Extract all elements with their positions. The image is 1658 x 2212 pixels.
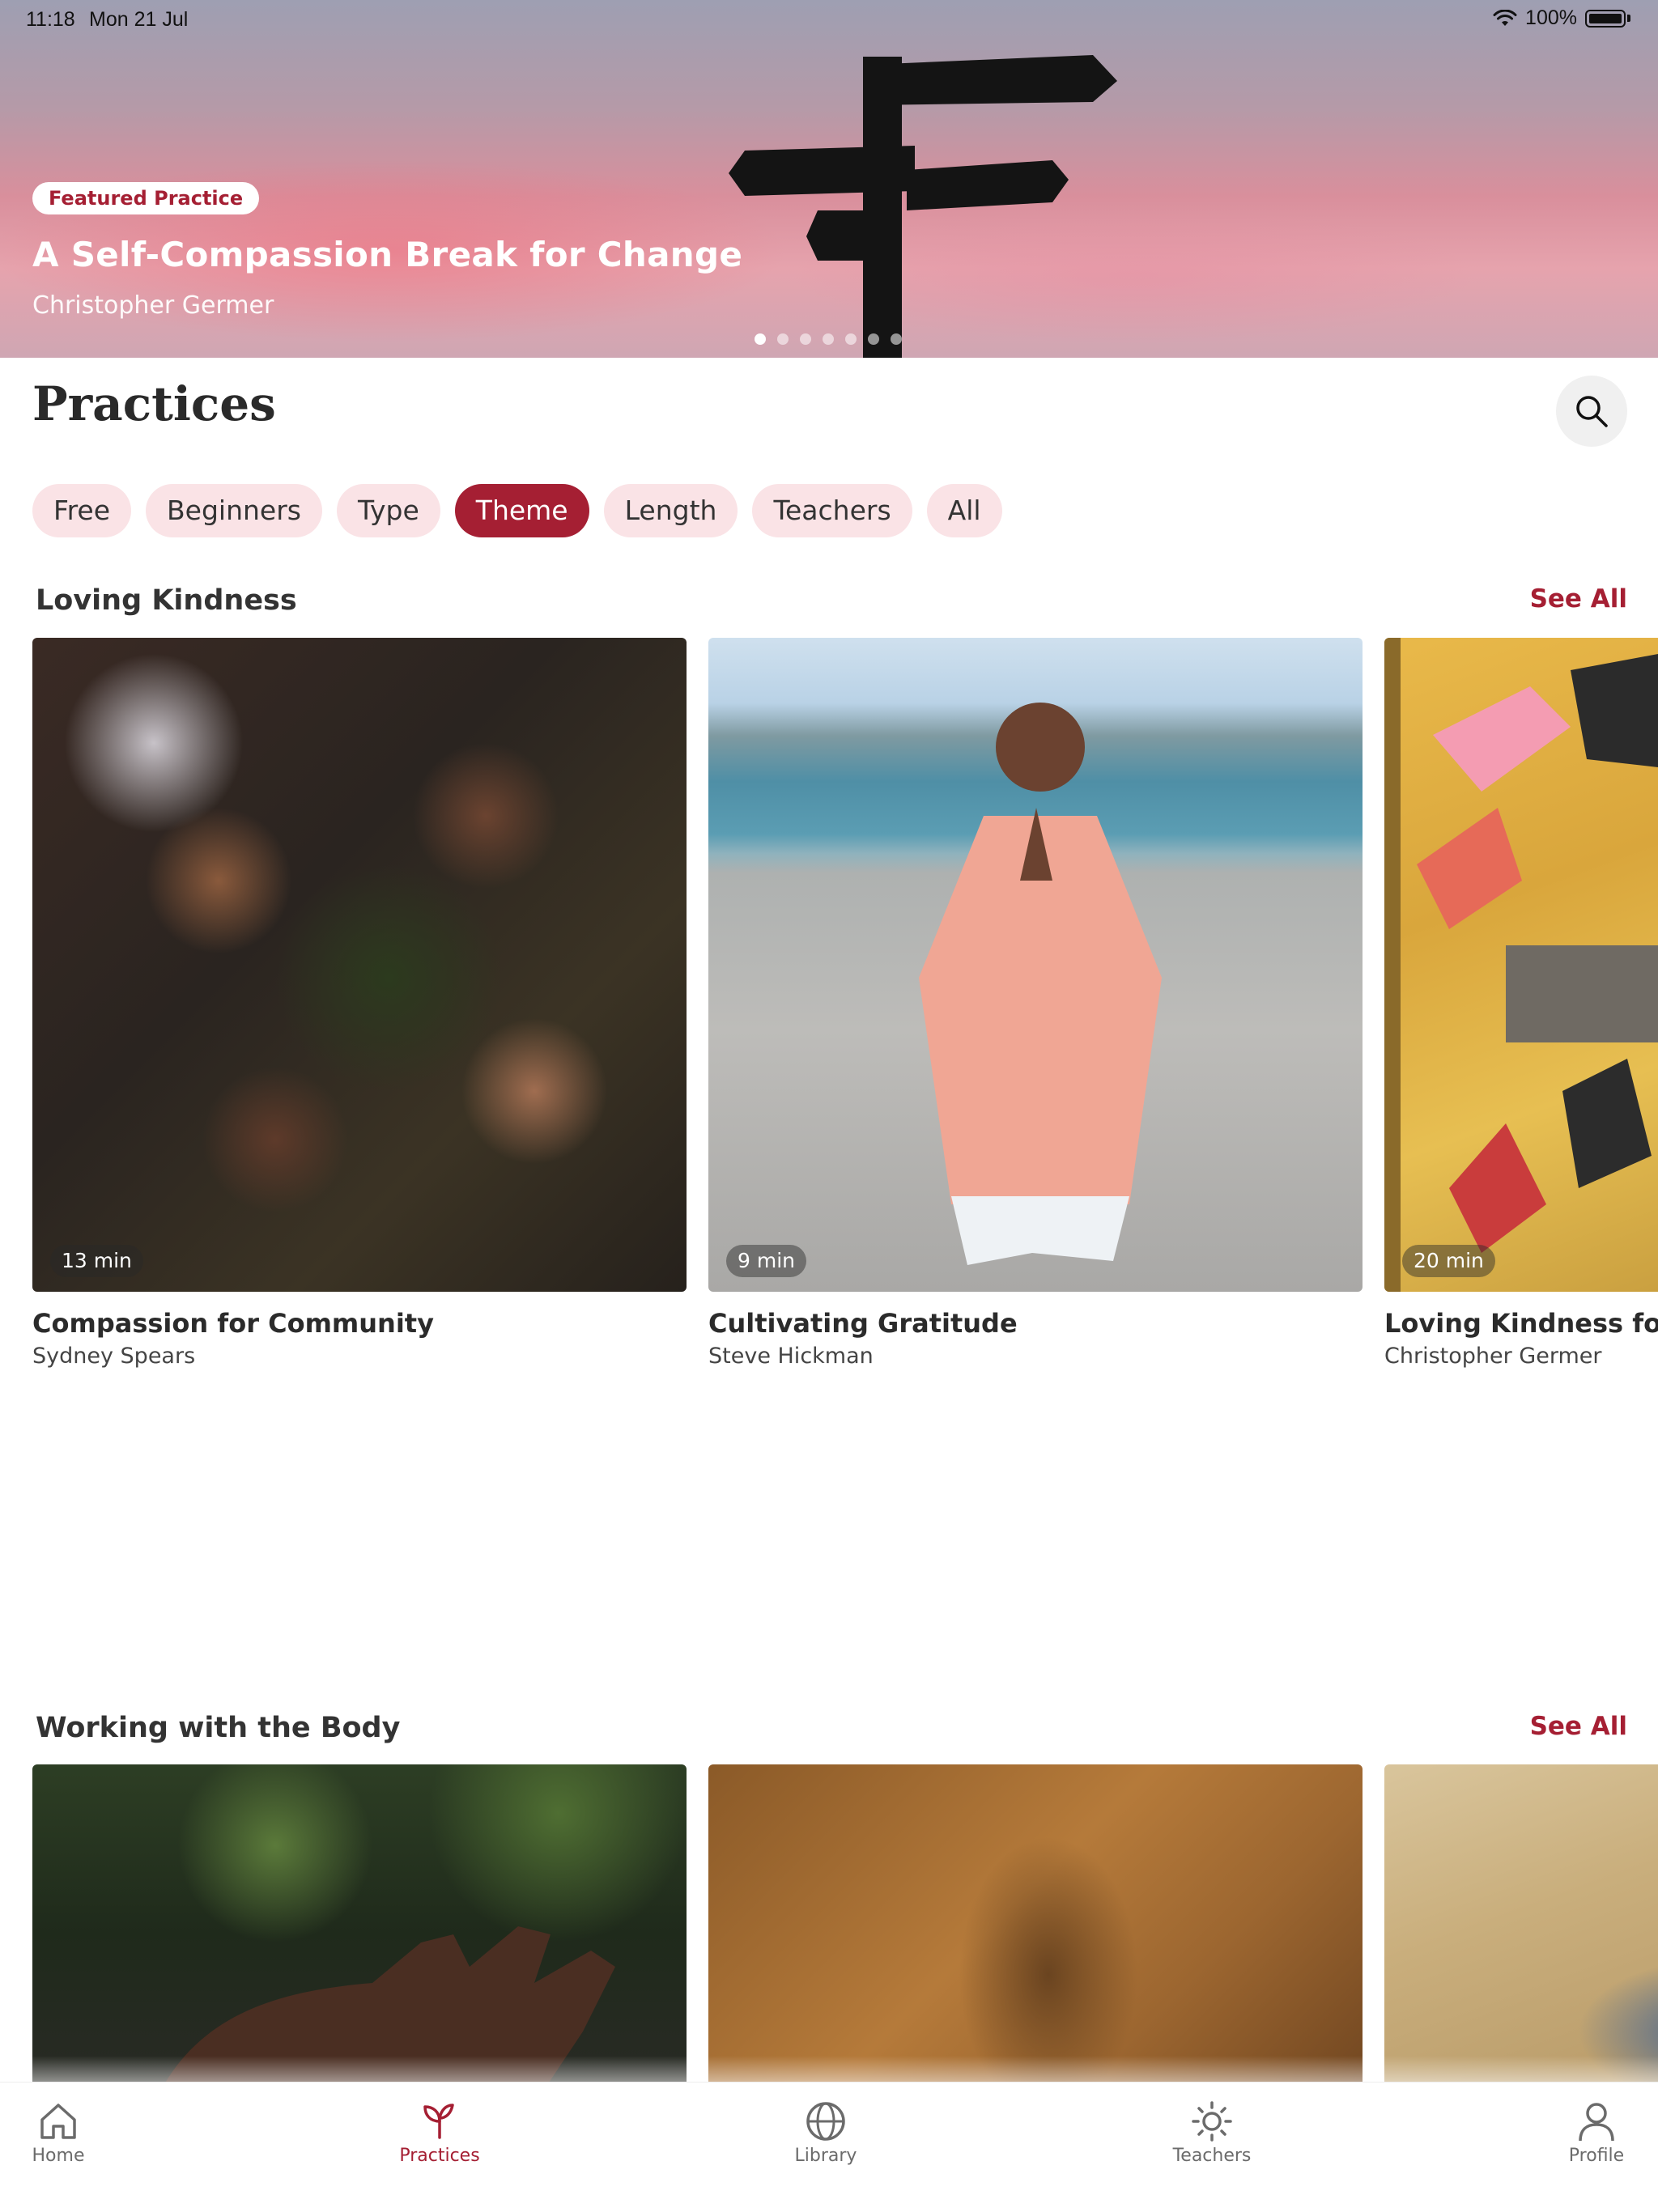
page-title: Practices	[32, 376, 276, 431]
tab-label: Teachers	[1172, 2146, 1252, 2166]
man-figure	[919, 703, 1162, 1265]
practice-card[interactable]	[708, 1764, 1363, 2104]
battery-percent: 100%	[1525, 6, 1577, 29]
featured-author: Christopher Germer	[32, 291, 274, 320]
page-dot[interactable]	[845, 333, 857, 345]
filter-chips: Free Beginners Type Theme Length Teacher…	[32, 484, 1002, 537]
filter-chip-all[interactable]: All	[926, 484, 1002, 537]
page-dot[interactable]	[800, 333, 811, 345]
hand-reaching	[154, 1926, 615, 2104]
duration-badge: 20 min	[1402, 1245, 1495, 1277]
section-title-loving-kindness: Loving Kindness	[36, 584, 297, 617]
filter-chip-beginners[interactable]: Beginners	[146, 484, 322, 537]
home-icon	[40, 2104, 76, 2139]
signpost-image	[729, 55, 1117, 358]
filter-chip-type[interactable]: Type	[336, 484, 440, 537]
tab-profile[interactable]: Profile	[1540, 2100, 1653, 2166]
practice-card[interactable]	[32, 1764, 687, 2104]
globe-icon	[806, 2102, 845, 2141]
practice-image: 9 min	[708, 638, 1363, 1292]
page-dot[interactable]	[777, 333, 789, 345]
tab-label: Profile	[1568, 2146, 1625, 2166]
page-dot[interactable]	[891, 333, 902, 345]
see-all-loving-kindness[interactable]: See All	[1530, 584, 1627, 614]
filter-chip-theme[interactable]: Theme	[454, 484, 589, 537]
page-dot[interactable]	[868, 333, 879, 345]
practice-title: Compassion for Community	[32, 1308, 434, 1339]
page-indicator[interactable]	[755, 333, 902, 345]
person-icon	[1579, 2103, 1614, 2142]
practice-card[interactable]: 20 min Loving Kindness for Be Christophe…	[1384, 638, 1658, 1369]
tab-label: Home	[32, 2146, 85, 2166]
practice-image	[32, 1764, 687, 2104]
tab-teachers[interactable]: Teachers	[1155, 2100, 1269, 2166]
featured-title[interactable]: A Self-Compassion Break for Change	[32, 235, 742, 274]
see-all-working-with-the-body[interactable]: See All	[1530, 1712, 1627, 1741]
mural-art	[1384, 638, 1658, 1292]
filter-chip-length[interactable]: Length	[603, 484, 738, 537]
filter-chip-free[interactable]: Free	[32, 484, 132, 537]
featured-banner[interactable]: 11:18 Mon 21 Jul 100% Featured Practice …	[0, 0, 1658, 358]
status-time: 11:18	[26, 8, 75, 31]
battery-nub	[1627, 15, 1630, 22]
search-button[interactable]	[1556, 376, 1627, 447]
wifi-icon	[1493, 9, 1517, 26]
practice-teacher: Christopher Germer	[1384, 1344, 1602, 1369]
practice-teacher: Steve Hickman	[708, 1344, 874, 1369]
tab-bar: Home Practices Library Teachers Profile	[0, 2082, 1658, 2212]
status-indicators: 100%	[1493, 6, 1630, 30]
tab-practices[interactable]: Practices	[383, 2100, 496, 2166]
practice-card[interactable]: 9 min Cultivating Gratitude Steve Hickma…	[708, 638, 1363, 1369]
duration-badge: 9 min	[726, 1245, 806, 1277]
sun-icon	[1192, 2101, 1232, 2142]
practice-image	[708, 1764, 1363, 2104]
sprout-icon	[423, 2104, 454, 2139]
status-date: Mon 21 Jul	[89, 8, 189, 31]
practice-title: Loving Kindness for Be	[1384, 1308, 1658, 1339]
section-title-working-with-the-body: Working with the Body	[36, 1712, 401, 1744]
tab-library[interactable]: Library	[769, 2100, 882, 2166]
search-icon	[1576, 396, 1608, 427]
practice-title: Cultivating Gratitude	[708, 1308, 1018, 1339]
page-dot[interactable]	[823, 333, 834, 345]
battery-icon	[1585, 9, 1626, 28]
status-bar: 11:18 Mon 21 Jul 100%	[0, 0, 1658, 39]
page-dot[interactable]	[755, 333, 766, 345]
filter-chip-teachers[interactable]: Teachers	[752, 484, 912, 537]
practice-image: 20 min	[1384, 638, 1658, 1292]
practice-card[interactable]: 13 min Compassion for Community Sydney S…	[32, 638, 687, 1369]
duration-badge: 13 min	[50, 1245, 143, 1277]
practice-image: 13 min	[32, 638, 687, 1292]
tab-label: Practices	[399, 2146, 480, 2166]
tab-label: Library	[794, 2146, 857, 2166]
practice-teacher: Sydney Spears	[32, 1344, 196, 1369]
featured-badge: Featured Practice	[32, 182, 260, 214]
practice-card[interactable]	[1384, 1764, 1658, 2104]
tab-home[interactable]: Home	[2, 2100, 115, 2166]
practice-image	[1384, 1764, 1658, 2104]
